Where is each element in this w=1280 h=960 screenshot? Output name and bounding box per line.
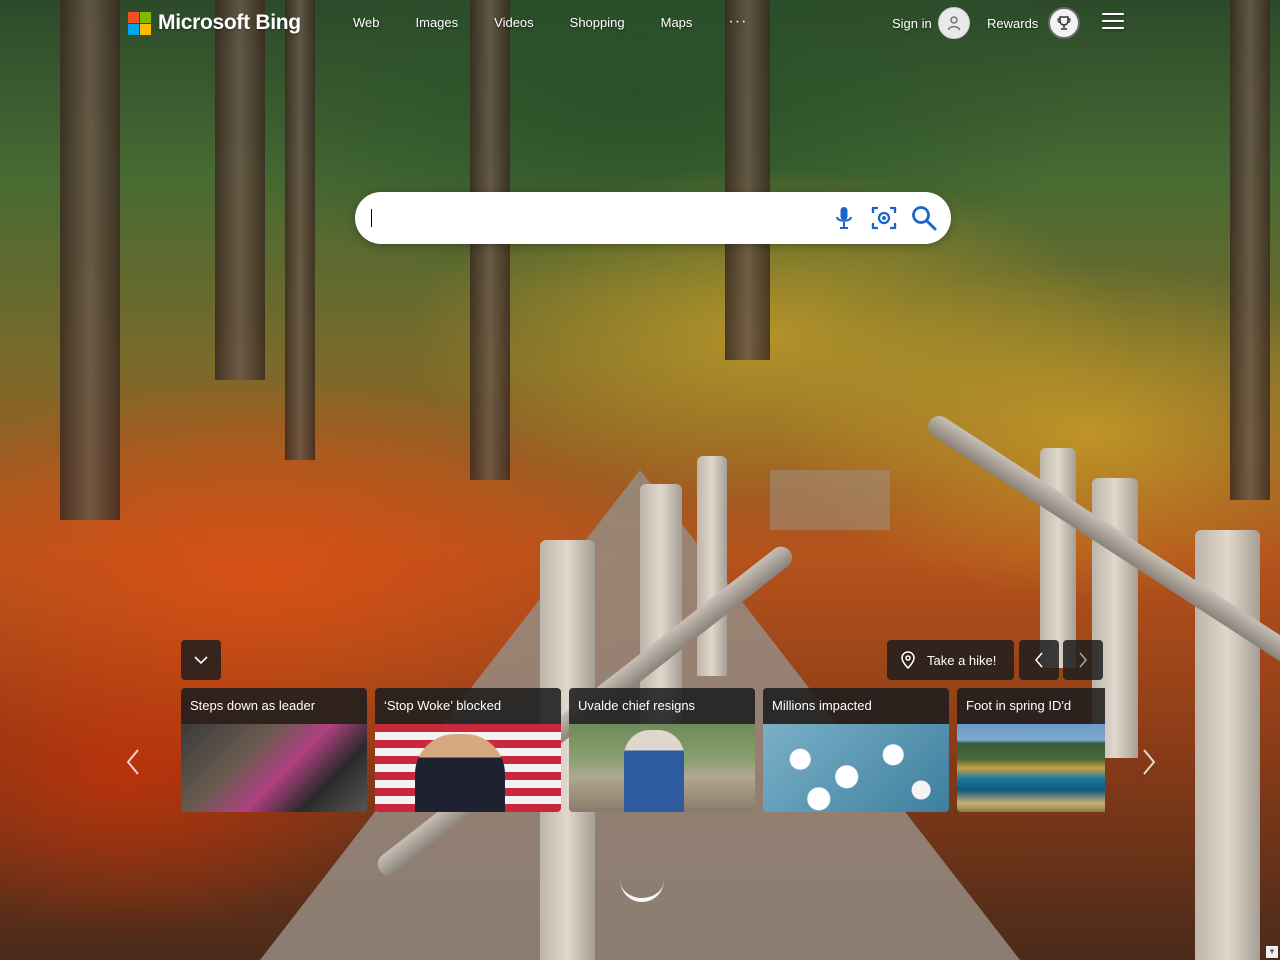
news-carousel: Steps down as leader ‘Stop Woke’ blocked… — [181, 688, 1105, 812]
rewards-button[interactable]: Rewards — [987, 7, 1081, 39]
sign-in-label: Sign in — [892, 15, 932, 31]
tree-trunk — [1230, 0, 1270, 500]
news-scroll-right-button[interactable] — [1136, 742, 1162, 782]
search-box — [355, 192, 951, 244]
logo-square-red — [128, 11, 139, 23]
visual-search-icon[interactable] — [871, 204, 897, 232]
logo-square-green — [140, 11, 151, 23]
person-icon — [947, 16, 960, 31]
text-cursor — [371, 209, 372, 227]
news-card-image — [763, 724, 949, 812]
menu-line — [1102, 13, 1124, 15]
news-card-title: ‘Stop Woke’ blocked — [375, 688, 561, 724]
news-card-image — [375, 724, 561, 812]
search-actions — [831, 204, 937, 232]
chevron-left-icon — [126, 749, 139, 775]
tree-trunk — [60, 0, 120, 520]
microphone-icon[interactable] — [831, 204, 857, 232]
search-input[interactable] — [371, 204, 825, 234]
chevron-right-icon — [1079, 652, 1087, 668]
rewards-trophy-icon — [1048, 7, 1081, 39]
bridge-post — [1040, 448, 1076, 668]
news-card-image — [957, 724, 1105, 812]
bridge-deck-far — [770, 470, 890, 530]
previous-image-button[interactable] — [1019, 640, 1059, 680]
background-image — [0, 0, 1280, 960]
next-image-button[interactable] — [1063, 640, 1103, 680]
news-card[interactable]: Foot in spring ID'd — [957, 688, 1105, 812]
news-card-title: Steps down as leader — [181, 688, 367, 724]
avatar-icon — [937, 7, 970, 39]
trophy-icon — [1057, 16, 1071, 30]
news-card-title: Millions impacted — [763, 688, 949, 724]
nav-item-web[interactable]: Web — [353, 15, 380, 30]
image-info-label: Take a hike! — [927, 652, 997, 668]
nav-more-button[interactable]: ··· — [728, 14, 747, 30]
rewards-label: Rewards — [987, 15, 1039, 31]
tree-trunk — [215, 0, 265, 380]
news-card[interactable]: Steps down as leader — [181, 688, 367, 812]
brand-name: Microsoft Bing — [158, 11, 301, 34]
tree-trunk — [725, 0, 770, 360]
news-card-image — [569, 724, 755, 812]
location-pin-icon — [901, 651, 915, 669]
chevron-down-icon — [194, 656, 208, 665]
scrollbar-down-arrow-icon[interactable]: ▼ — [1266, 946, 1278, 958]
menu-line — [1102, 20, 1124, 22]
nav-item-images[interactable]: Images — [416, 15, 459, 30]
news-card-title: Uvalde chief resigns — [569, 688, 755, 724]
news-card-image — [181, 724, 367, 812]
top-bar: Microsoft Bing Web Images Videos Shoppin… — [0, 0, 1280, 46]
hamburger-menu-icon[interactable] — [1102, 13, 1124, 31]
news-card[interactable]: ‘Stop Woke’ blocked — [375, 688, 561, 812]
sign-in-button[interactable]: Sign in — [892, 7, 970, 39]
logo-square-yellow — [140, 23, 151, 35]
chevron-left-icon — [1035, 652, 1043, 668]
tree-trunk — [285, 0, 315, 460]
news-card[interactable]: Uvalde chief resigns — [569, 688, 755, 812]
menu-line — [1102, 27, 1124, 29]
search-icon[interactable] — [911, 204, 937, 232]
news-scroll-left-button[interactable] — [120, 742, 146, 782]
microsoft-logo-icon — [128, 11, 151, 35]
news-card-image-subject — [415, 734, 505, 812]
nav-item-videos[interactable]: Videos — [494, 15, 534, 30]
news-card-title: Foot in spring ID'd — [957, 688, 1105, 724]
news-card-image-subject — [624, 730, 684, 812]
nav-item-maps[interactable]: Maps — [661, 15, 693, 30]
collapse-feed-button[interactable] — [181, 640, 221, 680]
logo-square-blue — [128, 23, 139, 35]
chevron-right-icon — [1143, 749, 1156, 775]
news-card[interactable]: Millions impacted — [763, 688, 949, 812]
nav-bar: Web Images Videos Shopping Maps ··· — [335, 14, 765, 31]
image-info-button[interactable]: Take a hike! — [887, 640, 1014, 680]
bridge-post — [697, 456, 727, 676]
bing-logo[interactable]: Microsoft Bing — [128, 11, 301, 35]
nav-item-shopping[interactable]: Shopping — [570, 15, 625, 30]
